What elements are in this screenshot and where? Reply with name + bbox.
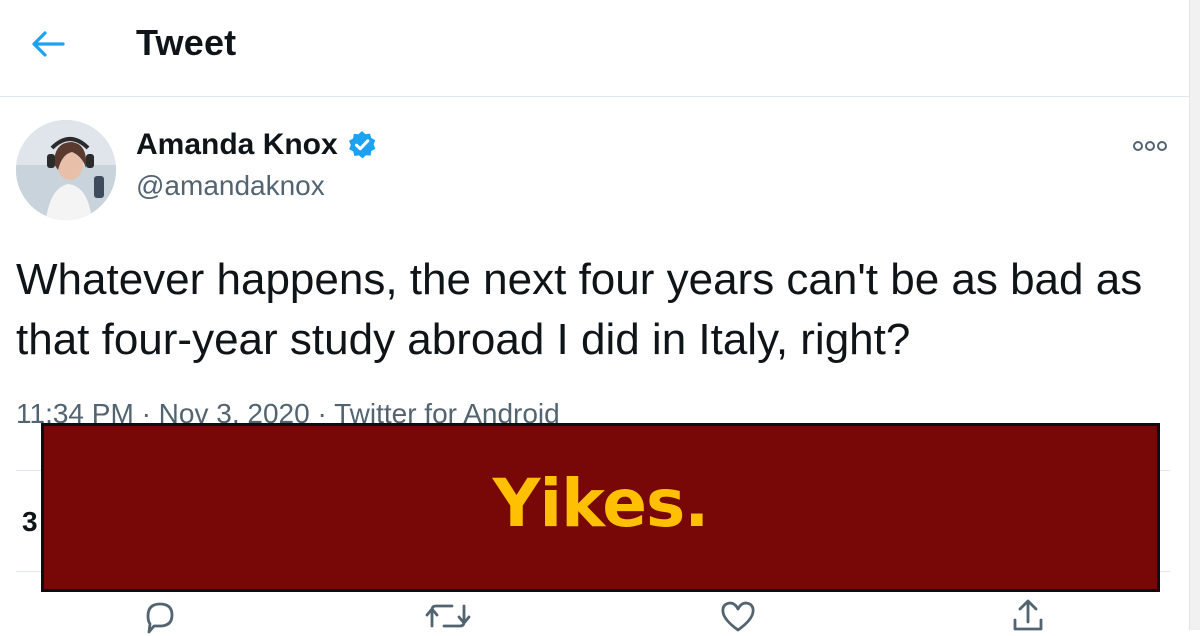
back-button[interactable] [24, 24, 72, 64]
author-handle[interactable]: @amandaknox [136, 170, 325, 202]
share-button[interactable] [1008, 596, 1048, 636]
retweet-button[interactable] [424, 596, 472, 636]
caption-overlay: Yikes. [41, 423, 1160, 592]
header-bar: Tweet [0, 0, 1200, 97]
more-options-button[interactable] [1128, 132, 1172, 160]
avatar-photo [16, 120, 116, 220]
arrow-left-icon [32, 31, 65, 57]
retweet-icon [425, 604, 471, 628]
author-name-row[interactable]: Amanda Knox [136, 128, 378, 162]
reply-icon [146, 602, 174, 634]
like-icon [721, 601, 755, 632]
author-name[interactable]: Amanda Knox [136, 128, 338, 162]
more-dots-icon [1133, 141, 1167, 151]
page-title: Tweet [136, 22, 237, 63]
like-button[interactable] [718, 596, 758, 636]
share-icon [1013, 599, 1043, 631]
verified-badge-icon [348, 131, 376, 159]
scrollbar[interactable] [1189, 0, 1200, 630]
tweet-stats[interactable]: 3 [22, 506, 38, 538]
tweet-text: Whatever happens, the next four years ca… [16, 255, 1143, 364]
caption-text: Yikes. [492, 465, 710, 542]
avatar[interactable] [16, 120, 116, 220]
reply-button[interactable] [140, 596, 180, 636]
